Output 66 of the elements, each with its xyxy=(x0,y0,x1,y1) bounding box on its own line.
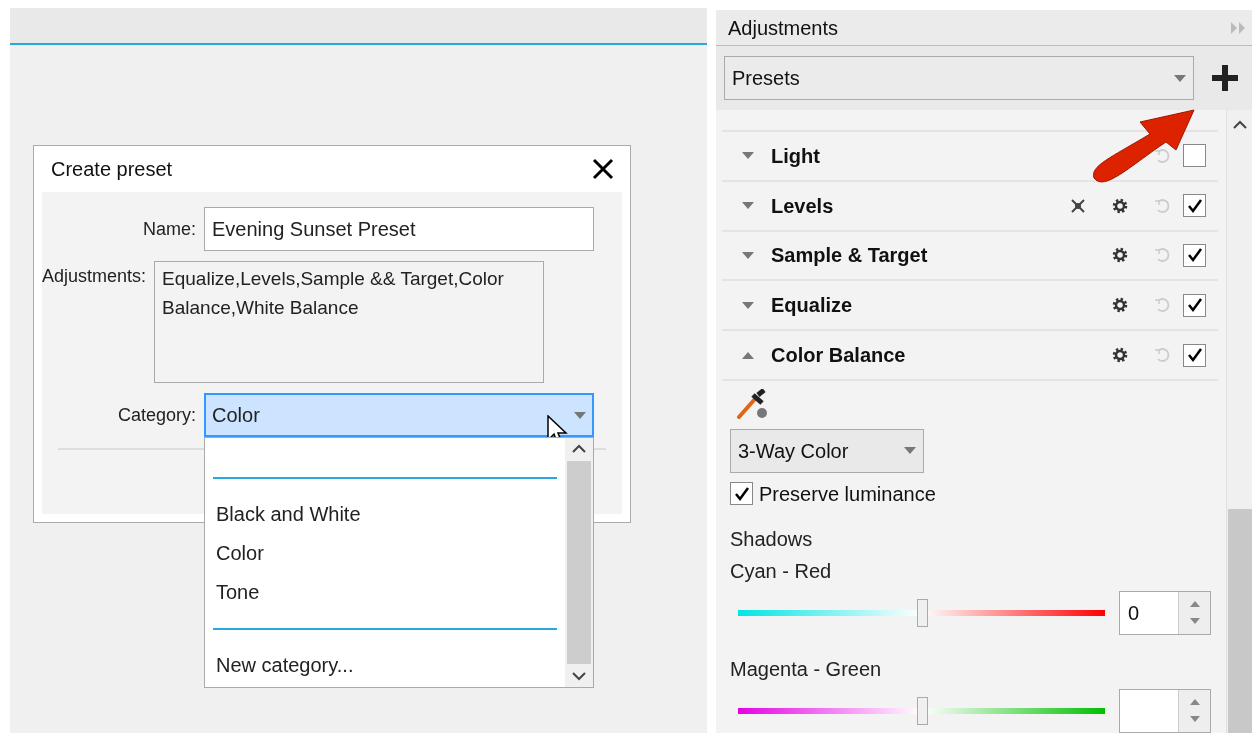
adjustment-title[interactable]: Color Balance xyxy=(771,340,1057,371)
checkbox[interactable] xyxy=(1183,194,1206,218)
expand-toggle[interactable] xyxy=(742,202,754,210)
caret-icon xyxy=(742,202,754,210)
slider-track[interactable] xyxy=(738,697,1105,725)
field-label: Adjustments: xyxy=(42,266,148,286)
chevron-down-icon xyxy=(572,672,586,681)
settings-icon[interactable] xyxy=(1112,197,1128,214)
add-icon[interactable] xyxy=(1210,63,1240,93)
chevron-up-icon xyxy=(572,444,586,453)
presets-dropdown[interactable]: Presets xyxy=(724,56,1194,100)
eyedropper-icon[interactable] xyxy=(736,389,768,419)
close-icon[interactable] xyxy=(592,158,614,180)
adjustments-field[interactable]: Equalize,Levels,Sample && Target,Color Balance,White Balance xyxy=(154,261,545,383)
checkbox[interactable] xyxy=(1183,343,1206,367)
mode-dropdown[interactable]: 3-Way Color xyxy=(730,429,924,473)
field-label: Category: xyxy=(116,403,197,427)
step-up-icon[interactable] xyxy=(1189,601,1200,608)
caret-icon xyxy=(742,351,754,359)
adjustment-title[interactable]: Sample & Target xyxy=(771,240,1057,271)
section-heading: Shadows xyxy=(730,527,814,552)
checkbox-label: Preserve luminance xyxy=(759,482,936,507)
slider-thumb[interactable] xyxy=(916,697,928,725)
caret-icon xyxy=(1174,74,1186,82)
name-field[interactable]: Evening Sunset Preset xyxy=(204,207,594,251)
caret-icon xyxy=(904,447,916,455)
caret-icon xyxy=(742,251,754,259)
reset-icon[interactable] xyxy=(1154,147,1170,164)
slider-label: Magenta - Green xyxy=(730,657,883,682)
category-dropdown[interactable]: Color xyxy=(204,393,594,437)
step-down-icon[interactable] xyxy=(1189,716,1200,723)
expand-toggle[interactable] xyxy=(742,301,754,309)
auto-icon[interactable] xyxy=(1069,196,1087,215)
dialog-title: Create preset xyxy=(51,157,173,182)
scrollbar[interactable] xyxy=(1226,110,1252,733)
field-label: Name: xyxy=(142,217,197,241)
step-up-icon[interactable] xyxy=(1189,699,1200,706)
checkbox[interactable] xyxy=(1183,293,1206,317)
chevron-up-icon xyxy=(1232,120,1247,129)
scrollbar[interactable] xyxy=(565,438,593,687)
settings-icon[interactable] xyxy=(1112,247,1128,264)
caret-icon xyxy=(742,152,754,160)
caret-icon xyxy=(574,411,586,419)
number-spinbox[interactable] xyxy=(1119,689,1211,733)
expand-toggle[interactable] xyxy=(742,351,754,359)
adjustment-title[interactable]: Light xyxy=(771,140,1057,171)
checkbox[interactable] xyxy=(1183,243,1206,267)
adjustment-title[interactable]: Levels xyxy=(771,190,1057,221)
dropdown-option[interactable]: Tone xyxy=(213,573,557,612)
adjustment-title[interactable]: Equalize xyxy=(771,290,1057,321)
expand-toggle[interactable] xyxy=(742,152,754,160)
caret-icon xyxy=(742,301,754,309)
number-spinbox[interactable]: 0 xyxy=(1119,591,1211,635)
step-down-icon[interactable] xyxy=(1189,618,1200,625)
checkbox[interactable] xyxy=(1183,144,1206,168)
dropdown-option[interactable]: New category... xyxy=(213,646,557,685)
expand-toggle[interactable] xyxy=(742,251,754,259)
slider-label: Cyan - Red xyxy=(730,559,833,584)
dropdown-option[interactable]: Black and White xyxy=(213,495,557,534)
dropdown-option[interactable]: Color xyxy=(213,534,557,573)
checkbox[interactable] xyxy=(730,482,753,506)
slider-thumb[interactable] xyxy=(916,599,928,627)
settings-icon[interactable] xyxy=(1112,347,1128,364)
panel-title: Adjustments xyxy=(728,15,839,41)
settings-icon[interactable] xyxy=(1112,297,1128,314)
slider-track[interactable] xyxy=(738,599,1105,627)
